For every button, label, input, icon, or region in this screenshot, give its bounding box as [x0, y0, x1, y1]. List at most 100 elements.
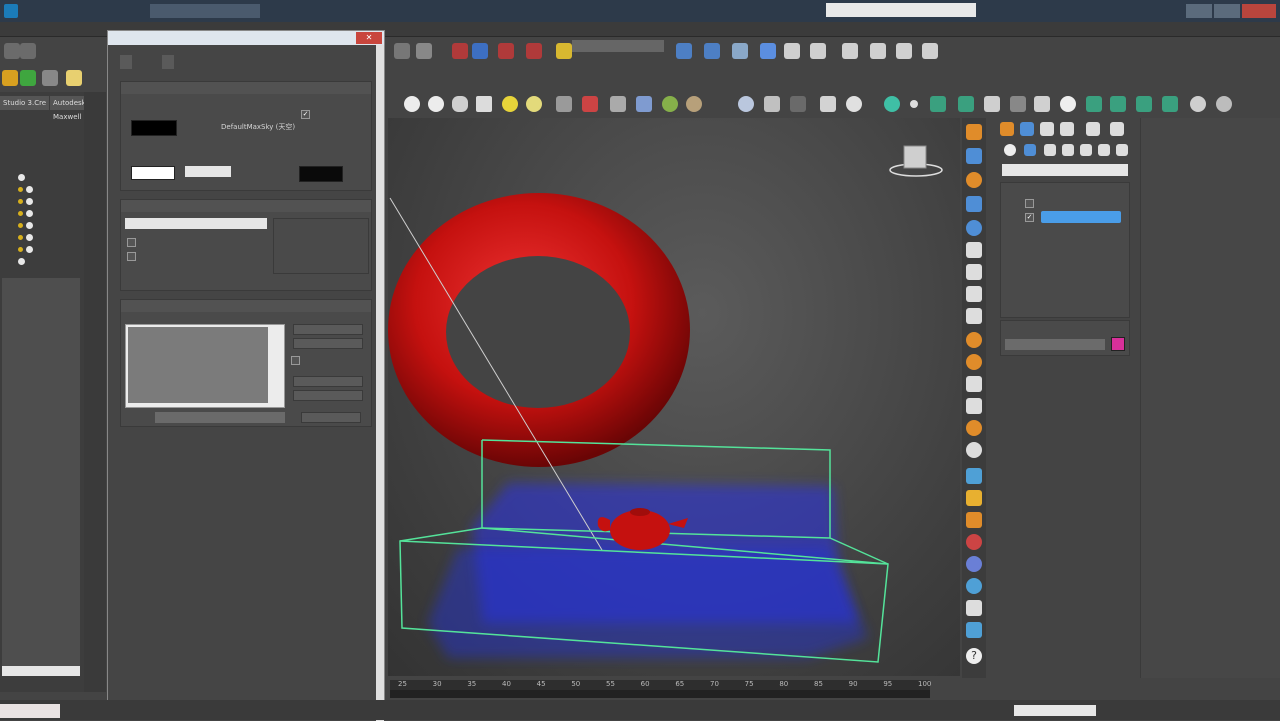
- undo-icon[interactable]: [4, 43, 20, 59]
- named-selection-dropdown[interactable]: [572, 40, 664, 52]
- list-icon[interactable]: [966, 286, 982, 302]
- trash-icon[interactable]: [966, 308, 982, 324]
- slash-icon[interactable]: [1010, 96, 1026, 112]
- object-type-button[interactable]: [1067, 227, 1117, 239]
- create-icon[interactable]: [966, 124, 982, 140]
- tree-item[interactable]: [18, 246, 36, 256]
- deform-icon[interactable]: [1136, 96, 1152, 112]
- render-setup-icon[interactable]: [870, 43, 886, 59]
- move-icon[interactable]: [416, 43, 432, 59]
- rollout-header[interactable]: [121, 200, 371, 212]
- rollout-header[interactable]: [121, 300, 371, 312]
- visibility-icon[interactable]: [18, 187, 23, 192]
- bottle-icon[interactable]: [1034, 96, 1050, 112]
- quick-access-toolbar[interactable]: [150, 4, 260, 18]
- hierarchy-icon[interactable]: [966, 172, 982, 188]
- sphere-icon[interactable]: [404, 96, 420, 112]
- explorer-footer-field[interactable]: [2, 666, 80, 676]
- tab-effects[interactable]: [162, 55, 174, 69]
- autogrid-checkbox[interactable]: [1025, 199, 1034, 208]
- particle-icon[interactable]: [582, 96, 598, 112]
- tool-icon[interactable]: [966, 468, 982, 484]
- object-type-button[interactable]: [1067, 241, 1117, 253]
- yellow-tool-icon[interactable]: [2, 70, 18, 86]
- percent-snap-icon[interactable]: [498, 43, 514, 59]
- tree-icon[interactable]: [1216, 96, 1232, 112]
- torus-object[interactable]: [388, 193, 690, 467]
- tool-icon[interactable]: [966, 442, 982, 458]
- helpers-icon[interactable]: [1080, 144, 1092, 156]
- green-tool-icon[interactable]: [20, 70, 36, 86]
- object-type-button[interactable]: [1015, 241, 1065, 253]
- select-icon[interactable]: [394, 43, 410, 59]
- wave-icon[interactable]: [1086, 96, 1102, 112]
- capsule-icon[interactable]: [846, 96, 862, 112]
- object-type-button[interactable]: [1015, 255, 1065, 267]
- selection-set-dropdown[interactable]: [1014, 705, 1096, 716]
- object-type-button[interactable]: [1015, 269, 1065, 281]
- motion-icon[interactable]: [966, 196, 982, 212]
- object-color-swatch[interactable]: [1111, 337, 1125, 351]
- category-dropdown[interactable]: [1002, 164, 1128, 176]
- scene-icon[interactable]: [764, 96, 780, 112]
- tool-icon[interactable]: [966, 600, 982, 616]
- tube-icon[interactable]: [820, 96, 836, 112]
- knot-icon[interactable]: [662, 96, 678, 112]
- tool-icon[interactable]: [966, 398, 982, 414]
- tool-icon[interactable]: [966, 512, 982, 528]
- modify-tab-icon[interactable]: [1020, 122, 1034, 136]
- tab-studio[interactable]: Studio 3.Cre: [0, 96, 50, 110]
- effect-name-field[interactable]: [155, 412, 285, 423]
- object-type-button[interactable]: [1015, 297, 1065, 309]
- highlighted-button[interactable]: [1041, 211, 1121, 223]
- selected-checkbox[interactable]: ✓: [1025, 213, 1034, 222]
- tool-icon[interactable]: [966, 490, 982, 506]
- spacewarps-icon[interactable]: [1098, 144, 1110, 156]
- cone-icon[interactable]: [476, 96, 492, 112]
- gengon-icon[interactable]: [686, 96, 702, 112]
- active-effect-checkbox[interactable]: [291, 356, 300, 365]
- eye-icon[interactable]: [1190, 96, 1206, 112]
- active-checkbox[interactable]: [127, 238, 136, 247]
- tool-icon[interactable]: [966, 354, 982, 370]
- object-type-button[interactable]: [1015, 227, 1065, 239]
- add-effect-button[interactable]: [293, 324, 363, 335]
- spinner-snap-icon[interactable]: [526, 43, 542, 59]
- display-tab-icon[interactable]: [1086, 122, 1100, 136]
- play-icon[interactable]: [966, 242, 982, 258]
- render-icon[interactable]: [922, 43, 938, 59]
- modify-icon[interactable]: [966, 148, 982, 164]
- tree-item[interactable]: [18, 234, 36, 244]
- exposure-type-dropdown[interactable]: [125, 218, 267, 229]
- dot-icon[interactable]: [910, 100, 918, 108]
- tree-item[interactable]: [18, 174, 28, 184]
- visibility-icon[interactable]: [18, 199, 23, 204]
- timeline[interactable]: 25 30 35 40 45 50 55 60 65 70 75 80 85 90 95 100: [390, 680, 931, 698]
- maximize-button[interactable]: [1214, 4, 1240, 18]
- ripple-icon[interactable]: [1162, 96, 1178, 112]
- process-bg-checkbox[interactable]: [127, 252, 136, 261]
- motion-tab-icon[interactable]: [1060, 122, 1074, 136]
- tint-color-swatch[interactable]: [131, 166, 175, 180]
- light-spot-icon[interactable]: [526, 96, 542, 112]
- layer-icon[interactable]: [732, 43, 748, 59]
- snap-icon[interactable]: [452, 43, 468, 59]
- container-icon[interactable]: [984, 96, 1000, 112]
- object-type-button[interactable]: [1067, 297, 1117, 309]
- align-icon[interactable]: [704, 43, 720, 59]
- help-icon[interactable]: ?: [966, 648, 982, 664]
- schematic-view-icon[interactable]: [810, 43, 826, 59]
- grid-tool-icon[interactable]: [66, 70, 82, 86]
- viewcube[interactable]: [889, 145, 943, 177]
- rollout-header[interactable]: [121, 82, 371, 94]
- level-spinner[interactable]: [185, 166, 231, 177]
- tab-maxwell[interactable]: Autodesk Maxwell: [50, 96, 89, 121]
- systems-icon[interactable]: [1116, 144, 1128, 156]
- shapes-icon[interactable]: [1024, 144, 1036, 156]
- light-icon[interactable]: [502, 96, 518, 112]
- effects-list[interactable]: [125, 324, 285, 408]
- login-button[interactable]: [1020, 4, 1080, 18]
- background-color-swatch[interactable]: [131, 120, 177, 136]
- snap-toggle-icon[interactable]: [472, 43, 488, 59]
- move-up-button[interactable]: [293, 376, 363, 387]
